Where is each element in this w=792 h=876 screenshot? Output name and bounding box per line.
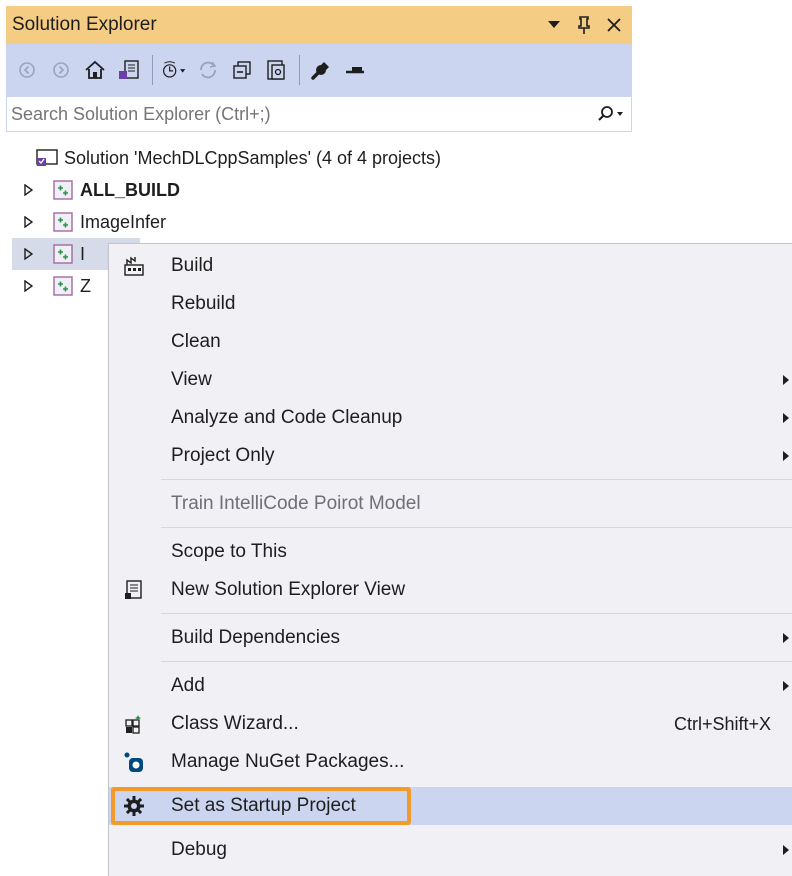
close-icon[interactable] xyxy=(606,17,622,33)
menu-item-label: New Solution Explorer View xyxy=(171,579,406,600)
menu-item-debug[interactable]: Debug xyxy=(109,831,792,869)
collapse-all-icon[interactable] xyxy=(229,57,255,83)
search-input[interactable] xyxy=(7,102,591,126)
menu-separator xyxy=(161,661,792,662)
toolbar-separator xyxy=(299,55,300,85)
submenu-arrow-icon xyxy=(781,449,791,463)
panel-title: Solution Explorer xyxy=(12,14,157,35)
build-icon xyxy=(121,253,147,279)
submenu-arrow-icon xyxy=(781,373,791,387)
cpp-project-icon xyxy=(52,212,74,232)
menu-item-label: Clean xyxy=(171,331,221,352)
tree-item-project[interactable]: ALL_BUILD xyxy=(20,174,180,206)
expand-arrow-icon[interactable] xyxy=(20,248,36,260)
menu-item-label: Set as Startup Project xyxy=(171,795,356,816)
menu-item-clean[interactable]: Clean xyxy=(109,323,792,361)
menu-item-label: Scope to This xyxy=(171,541,287,562)
menu-separator xyxy=(161,479,792,480)
menu-item-label: Manage NuGet Packages... xyxy=(171,751,405,772)
submenu-arrow-icon xyxy=(781,411,791,425)
menu-item-new-solution-explorer-view[interactable]: New Solution Explorer View xyxy=(109,571,792,609)
menu-item-label: Analyze and Code Cleanup xyxy=(171,407,403,428)
pending-changes-filter-icon[interactable] xyxy=(161,57,187,83)
solution-icon xyxy=(36,148,58,168)
project-label: ALL_BUILD xyxy=(80,179,180,200)
menu-item-shortcut: Ctrl+Shift+X xyxy=(673,713,771,734)
submenu-arrow-icon xyxy=(781,631,791,645)
tree-item-project[interactable]: Z xyxy=(20,270,91,302)
menu-item-analyze-code-cleanup[interactable]: Analyze and Code Cleanup xyxy=(109,399,792,437)
menu-item-label: Rebuild xyxy=(171,293,236,314)
nuget-icon xyxy=(121,749,147,775)
cpp-project-icon xyxy=(52,276,74,296)
menu-item-project-only[interactable]: Project Only xyxy=(109,437,792,475)
toolbar-separator xyxy=(152,55,153,85)
gear-icon xyxy=(121,793,147,819)
menu-item-label: Train IntelliCode Poirot Model xyxy=(171,493,421,514)
cpp-project-icon xyxy=(52,180,74,200)
title-bar: Solution Explorer xyxy=(6,6,632,44)
dropdown-arrow-icon[interactable] xyxy=(546,17,562,33)
menu-item-build-dependencies[interactable]: Build Dependencies xyxy=(109,619,792,657)
search-box[interactable] xyxy=(6,96,632,132)
submenu-arrow-icon xyxy=(781,843,791,857)
menu-item-label: View xyxy=(171,369,212,390)
menu-item-label: Class Wizard... xyxy=(171,713,299,734)
forward-icon[interactable] xyxy=(48,57,74,83)
menu-separator xyxy=(161,613,792,614)
menu-item-rebuild[interactable]: Rebuild xyxy=(109,285,792,323)
switch-views-icon[interactable] xyxy=(116,57,142,83)
preview-icon[interactable] xyxy=(342,57,368,83)
pin-icon[interactable] xyxy=(576,16,592,34)
menu-item-label: Build xyxy=(171,255,214,276)
search-icon[interactable] xyxy=(591,105,631,123)
menu-item-build[interactable]: Build xyxy=(109,247,792,285)
show-all-files-icon[interactable] xyxy=(263,57,289,83)
context-menu: Build Rebuild Clean View Analyze and Cod… xyxy=(108,243,792,876)
solution-label: Solution 'MechDLCppSamples' (4 of 4 proj… xyxy=(64,147,442,168)
menu-item-label: Add xyxy=(171,675,205,696)
expand-arrow-icon[interactable] xyxy=(20,280,36,292)
menu-item-view[interactable]: View xyxy=(109,361,792,399)
back-icon[interactable] xyxy=(14,57,40,83)
project-label: I xyxy=(80,243,86,264)
cpp-project-icon xyxy=(52,244,74,264)
menu-item-label: Debug xyxy=(171,839,227,860)
menu-item-scope-to-this[interactable]: Scope to This xyxy=(109,533,792,571)
tree-item-project[interactable]: ImageInfer xyxy=(20,206,166,238)
menu-item-class-wizard[interactable]: Class Wizard... Ctrl+Shift+X xyxy=(109,705,792,743)
toolbar xyxy=(6,44,632,96)
expand-arrow-icon[interactable] xyxy=(20,184,36,196)
project-label: ImageInfer xyxy=(80,211,167,232)
menu-item-add[interactable]: Add xyxy=(109,667,792,705)
menu-separator xyxy=(161,527,792,528)
solution-node[interactable]: Solution 'MechDLCppSamples' (4 of 4 proj… xyxy=(36,142,441,174)
expand-arrow-icon[interactable] xyxy=(20,216,36,228)
menu-item-label: Project Only xyxy=(171,445,275,466)
project-label: Z xyxy=(80,275,91,296)
properties-icon[interactable] xyxy=(308,57,334,83)
menu-item-set-as-startup-project[interactable]: Set as Startup Project xyxy=(109,787,792,825)
menu-item-label: Build Dependencies xyxy=(171,627,341,648)
submenu-arrow-icon xyxy=(781,679,791,693)
refresh-icon[interactable] xyxy=(195,57,221,83)
menu-item-train-intellicode: Train IntelliCode Poirot Model xyxy=(109,485,792,523)
class-wizard-icon xyxy=(121,711,147,737)
new-view-icon xyxy=(121,577,147,603)
home-icon[interactable] xyxy=(82,57,108,83)
menu-item-manage-nuget[interactable]: Manage NuGet Packages... xyxy=(109,743,792,781)
